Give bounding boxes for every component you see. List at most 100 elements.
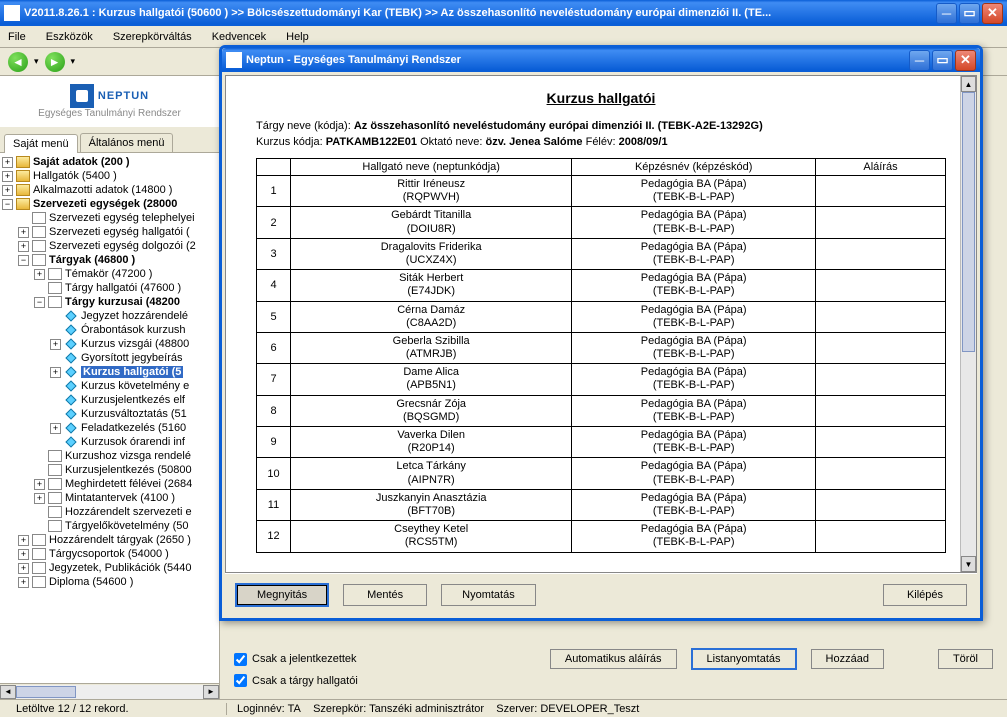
table-row: 2Gebárdt Titanilla(DOIU8R)Pedagógia BA (… — [257, 207, 946, 238]
tree-jegyzet-hozz[interactable]: Jegyzet hozzárendelé — [2, 309, 217, 323]
tree-targyak[interactable]: −Tárgyak (46800 ) — [2, 253, 217, 267]
tree-hozz-targyak[interactable]: +Hozzárendelt tárgyak (2650 ) — [2, 533, 217, 547]
tree-szervezeti[interactable]: −Szervezeti egységek (28000 — [2, 197, 217, 211]
main-titlebar: V2011.8.26.1 : Kurzus hallgatói (50600 )… — [0, 0, 1007, 26]
lbl-csak-targy-hallgatoi: Csak a tárgy hallgatói — [252, 675, 358, 687]
report-vscrollbar[interactable]: ▲ ▼ — [960, 76, 976, 572]
tree-kurzus-hallgatoi[interactable]: +Kurzus hallgatói (5 — [2, 365, 217, 379]
tree-sz-dolgozoi[interactable]: +Szervezeti egység dolgozói (2 — [2, 239, 217, 253]
nav-back-button[interactable]: ◄ — [6, 51, 30, 73]
table-row: 3Dragalovits Friderika(UCXZ4X)Pedagógia … — [257, 238, 946, 269]
dialog-minimize-button[interactable]: ─ — [909, 50, 930, 71]
scroll-right-icon[interactable]: ► — [203, 685, 219, 699]
tree-targyelokovetelmeny[interactable]: Tárgyelőkövetelmény (50 — [2, 519, 217, 533]
tree-targy-hallgatoi[interactable]: Tárgy hallgatói (47600 ) — [2, 281, 217, 295]
sidebar-tabs: Saját menü Általános menü — [0, 127, 219, 153]
dialog-title: Neptun - Egységes Tanulmányi Rendszer — [246, 54, 909, 66]
table-row: 10Letca Tárkány(AIPN7R)Pedagógia BA (Páp… — [257, 458, 946, 489]
th-kepzes: Képzésnév (képzéskód) — [572, 159, 816, 176]
statusbar: Letöltve 12 / 12 rekord. Loginnév: TA Sz… — [0, 699, 1007, 717]
tree-temakor[interactable]: +Témakör (47200 ) — [2, 267, 217, 281]
tree-kurzusjelentkezes[interactable]: Kurzusjelentkezés (50800 — [2, 463, 217, 477]
table-row: 1Rittir Iréneusz(RQPWVH)Pedagógia BA (Pá… — [257, 176, 946, 207]
btn-kilepes[interactable]: Kilépés — [883, 584, 967, 606]
btn-hozzaad[interactable]: Hozzáad — [811, 649, 884, 669]
logo: NEPTUN Egységes Tanulmányi Rendszer — [0, 76, 219, 127]
tree-meghirdetett[interactable]: +Meghirdetett félévei (2684 — [2, 477, 217, 491]
tree-targy-kurzusai[interactable]: −Tárgy kurzusai (48200 — [2, 295, 217, 309]
maximize-button[interactable]: ▭ — [959, 3, 980, 24]
table-row: 5Cérna Damáz(C8AA2D)Pedagógia BA (Pápa)(… — [257, 301, 946, 332]
tree-hscrollbar[interactable]: ◄ ► — [0, 683, 219, 699]
nav-back-dropdown[interactable]: ▾ — [34, 56, 39, 67]
chk-csak-targy-hallgatoi[interactable] — [234, 674, 247, 687]
tree-view[interactable]: +Saját adatok (200 ) +Hallgatók (5400 ) … — [0, 153, 219, 683]
menu-kedvencek[interactable]: Kedvencek — [208, 29, 270, 45]
report-title: Kurzus hallgatói — [256, 90, 946, 106]
lbl-csak-jelentkezettek: Csak a jelentkezettek — [252, 653, 357, 665]
status-records: Letöltve 12 / 12 rekord. — [6, 703, 226, 715]
table-row: 12Cseythey Ketel(RCS5TM)Pedagógia BA (Pá… — [257, 521, 946, 552]
app-icon — [4, 5, 20, 21]
tree-kurzus-kovetelmeny[interactable]: Kurzus követelmény e — [2, 379, 217, 393]
status-details: Loginnév: TA Szerepkör: Tanszéki adminis… — [226, 703, 1001, 715]
tree-targycsoportok[interactable]: +Tárgycsoportok (54000 ) — [2, 547, 217, 561]
btn-megnyitas[interactable]: Megnyitás — [235, 583, 329, 607]
dialog-buttons: Megnyitás Mentés Nyomtatás Kilépés — [225, 573, 977, 615]
tree-sz-telephelyei[interactable]: Szervezeti egység telephelyei — [2, 211, 217, 225]
dialog-maximize-button[interactable]: ▭ — [932, 50, 953, 71]
tree-feladatkezeles[interactable]: +Feladatkezelés (5160 — [2, 421, 217, 435]
logo-subtitle: Egységes Tanulmányi Rendszer — [6, 108, 213, 119]
tree-sajat-adatok[interactable]: +Saját adatok (200 ) — [2, 155, 217, 169]
btn-torol[interactable]: Töröl — [938, 649, 993, 669]
table-row: 8Grecsnár Zója(BQSGMD)Pedagógia BA (Pápa… — [257, 395, 946, 426]
table-row: 11Juszkanyin Anasztázia(BFT70B)Pedagógia… — [257, 489, 946, 520]
scroll-left-icon[interactable]: ◄ — [0, 685, 16, 699]
nav-forward-dropdown[interactable]: ▾ — [71, 56, 76, 67]
btn-mentes[interactable]: Mentés — [343, 584, 427, 606]
tree-orabontasok[interactable]: Órabontások kurzush — [2, 323, 217, 337]
nav-forward-button[interactable]: ► — [43, 51, 67, 73]
logo-icon — [70, 84, 94, 108]
tree-mintatantervek[interactable]: +Mintatantervek (4100 ) — [2, 491, 217, 505]
tree-gyorsitott[interactable]: Gyorsított jegybeírás — [2, 351, 217, 365]
btn-auto-alairas[interactable]: Automatikus aláírás — [550, 649, 677, 669]
menu-szerepkorvaltas[interactable]: Szerepkörváltás — [109, 29, 196, 45]
th-num — [257, 159, 291, 176]
tab-sajat-menu[interactable]: Saját menü — [4, 134, 78, 153]
report-meta-2: Kurzus kódja: PATKAMB122E01 Oktató neve:… — [256, 136, 946, 148]
tree-kurzusok-orarendi[interactable]: Kurzusok órarendi inf — [2, 435, 217, 449]
tree-kurzushoz-vizsga[interactable]: Kurzushoz vizsga rendelé — [2, 449, 217, 463]
table-row: 9Vaverka Dilen(R20P14)Pedagógia BA (Pápa… — [257, 427, 946, 458]
tree-alkalmazotti[interactable]: +Alkalmazotti adatok (14800 ) — [2, 183, 217, 197]
btn-listanyomtatas[interactable]: Listanyomtatás — [691, 648, 797, 670]
th-alairas: Aláírás — [816, 159, 946, 176]
tree-kurzusjelentkezes-e[interactable]: Kurzusjelentkezés elf — [2, 393, 217, 407]
tree-kurzus-vizsgai[interactable]: +Kurzus vizsgái (48800 — [2, 337, 217, 351]
tree-hallgatok[interactable]: +Hallgatók (5400 ) — [2, 169, 217, 183]
main-title: V2011.8.26.1 : Kurzus hallgatói (50600 )… — [24, 7, 936, 19]
close-button[interactable]: ✕ — [982, 3, 1003, 24]
th-hallgato: Hallgató neve (neptunkódja) — [291, 159, 572, 176]
menu-file[interactable]: File — [4, 29, 30, 45]
tree-hozzarendelt[interactable]: Hozzárendelt szervezeti e — [2, 505, 217, 519]
tree-jegyzetek[interactable]: +Jegyzetek, Publikációk (5440 — [2, 561, 217, 575]
tree-diploma[interactable]: +Diploma (54600 ) — [2, 575, 217, 589]
tab-altalanos-menu[interactable]: Általános menü — [80, 133, 174, 152]
table-row: 4Siták Herbert(E74JDK)Pedagógia BA (Pápa… — [257, 270, 946, 301]
btn-nyomtatas[interactable]: Nyomtatás — [441, 584, 536, 606]
report-table: Hallgató neve (neptunkódja) Képzésnév (k… — [256, 158, 946, 553]
dialog-titlebar: Neptun - Egységes Tanulmányi Rendszer ─ … — [222, 48, 980, 72]
chk-csak-jelentkezettek[interactable] — [234, 653, 247, 666]
tree-sz-hallgatoi[interactable]: +Szervezeti egység hallgatói ( — [2, 225, 217, 239]
menu-eszkozok[interactable]: Eszközök — [42, 29, 97, 45]
dialog-close-button[interactable]: ✕ — [955, 50, 976, 71]
table-row: 6Geberla Szibilla(ATMRJB)Pedagógia BA (P… — [257, 332, 946, 363]
tree-kurzusvaltoztatas[interactable]: Kurzusváltoztatás (51 — [2, 407, 217, 421]
menu-help[interactable]: Help — [282, 29, 313, 45]
scroll-down-icon[interactable]: ▼ — [961, 556, 976, 572]
scroll-up-icon[interactable]: ▲ — [961, 76, 976, 92]
report-dialog: Neptun - Egységes Tanulmányi Rendszer ─ … — [219, 45, 983, 621]
dialog-app-icon — [226, 52, 242, 68]
minimize-button[interactable]: ─ — [936, 3, 957, 24]
